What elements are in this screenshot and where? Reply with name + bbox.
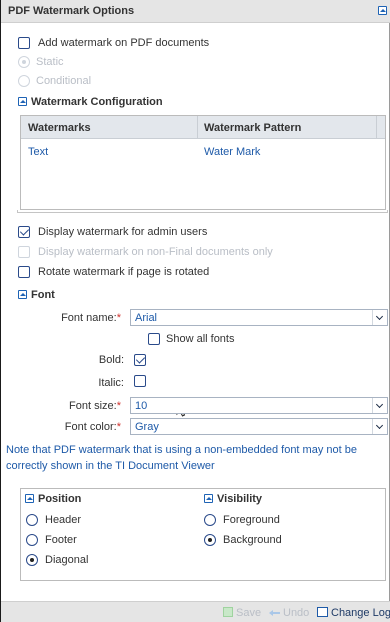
font-size-select[interactable]: 10 (130, 397, 388, 414)
mode-conditional-label: Conditional (36, 75, 92, 87)
position-header-label: Header (45, 514, 82, 526)
column-watermarks[interactable]: Watermarks (28, 122, 91, 134)
change-log-icon (317, 607, 328, 617)
display-admin-label: Display watermark for admin users (38, 226, 208, 238)
font-name-label-text: Font name: (61, 312, 117, 324)
visibility-background-label: Background (223, 534, 282, 546)
italic-label: Italic: (98, 377, 124, 389)
undo-icon (269, 608, 280, 616)
chevron-down-icon[interactable] (372, 419, 387, 434)
font-size-label: Font size:* (41, 400, 121, 412)
display-nonfinal-checkbox[interactable] (18, 246, 30, 258)
position-diagonal-radio[interactable] (26, 554, 38, 566)
collapse-panel-icon[interactable] (378, 6, 387, 15)
font-color-label: Font color:* (41, 421, 121, 433)
font-size-label-text: Font size: (69, 400, 117, 412)
rotate-watermark-label: Rotate watermark if page is rotated (38, 266, 210, 278)
font-name-label: Font name:* (41, 312, 121, 324)
mode-static-radio[interactable] (18, 56, 30, 68)
save-button[interactable]: Save (236, 607, 261, 619)
rotate-watermark-checkbox[interactable] (18, 266, 30, 278)
collapse-visibility-icon[interactable] (204, 494, 213, 503)
watermark-table: Watermarks Watermark Pattern Text Water … (20, 115, 386, 210)
font-name-value: Arial (135, 312, 158, 324)
chevron-down-icon[interactable] (372, 310, 387, 325)
display-admin-checkbox[interactable] (18, 226, 30, 238)
font-color-value: Gray (135, 421, 159, 433)
save-icon (223, 607, 233, 617)
visibility-background-radio[interactable] (204, 534, 216, 546)
mode-conditional-radio[interactable] (18, 75, 30, 87)
position-header-radio[interactable] (26, 514, 38, 526)
bold-label: Bold: (98, 354, 124, 366)
add-watermark-label: Add watermark on PDF documents (38, 37, 210, 49)
row-watermark-cell[interactable]: Text (28, 146, 48, 158)
collapse-font-icon[interactable] (18, 290, 27, 299)
display-nonfinal-label: Display watermark on non-Final documents… (38, 246, 273, 258)
position-heading: Position (38, 493, 82, 505)
bold-checkbox[interactable] (134, 354, 146, 366)
row-pattern-cell[interactable]: Water Mark (204, 146, 260, 158)
column-watermark-pattern[interactable]: Watermark Pattern (204, 122, 301, 134)
pdf-watermark-options-panel: PDF Watermark Options Add watermark on P… (0, 0, 390, 622)
table-scrollbar[interactable] (17, 210, 388, 213)
italic-checkbox[interactable] (134, 375, 146, 387)
add-watermark-checkbox[interactable] (18, 37, 30, 49)
visibility-foreground-label: Foreground (223, 514, 280, 526)
table-header: Watermarks Watermark Pattern (21, 116, 385, 139)
undo-button[interactable]: Undo (283, 607, 309, 619)
watermark-configuration-heading: Watermark Configuration (31, 96, 163, 108)
change-log-button[interactable]: Change Log (331, 607, 390, 619)
font-heading: Font (31, 289, 55, 301)
show-all-fonts-checkbox[interactable] (148, 333, 160, 345)
font-size-value: 10 (135, 400, 148, 412)
font-embedding-note: Note that PDF watermark that is using a … (6, 444, 357, 472)
visibility-foreground-radio[interactable] (204, 514, 216, 526)
collapse-config-icon[interactable] (18, 97, 27, 106)
column-divider (376, 116, 377, 139)
required-mark: * (116, 400, 121, 412)
font-color-label-text: Font color: (64, 421, 117, 433)
panel-header: PDF Watermark Options (1, 0, 390, 23)
footer-toolbar: Save Undo Change Log (1, 601, 390, 622)
show-all-fonts-label: Show all fonts (166, 333, 235, 345)
chevron-down-icon[interactable] (372, 398, 387, 413)
font-color-select[interactable]: Gray (130, 418, 388, 435)
column-divider (197, 116, 198, 139)
collapse-position-icon[interactable] (25, 494, 34, 503)
panel-title: PDF Watermark Options (8, 5, 135, 17)
required-mark: * (116, 312, 121, 324)
visibility-heading: Visibility (217, 493, 263, 505)
required-mark: * (116, 421, 121, 433)
mode-static-label: Static (36, 56, 64, 68)
position-diagonal-label: Diagonal (45, 554, 89, 566)
position-footer-radio[interactable] (26, 534, 38, 546)
font-name-select[interactable]: Arial (130, 309, 388, 326)
position-footer-label: Footer (45, 534, 77, 546)
